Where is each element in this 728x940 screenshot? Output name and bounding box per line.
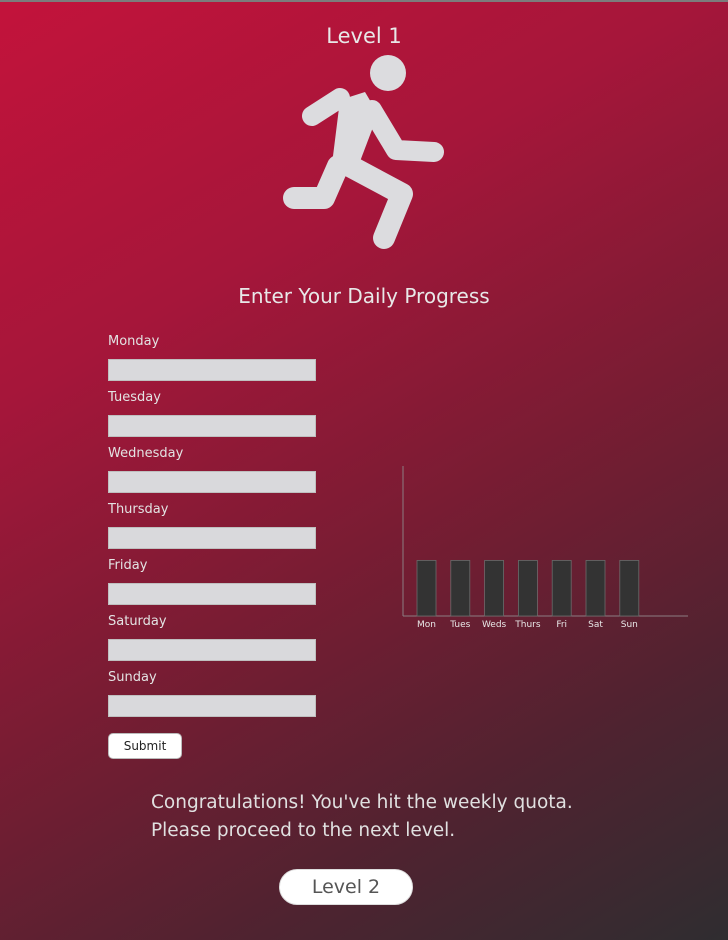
window-top-border — [0, 0, 728, 2]
congratulations-message: Congratulations! You've hit the weekly q… — [151, 789, 631, 845]
tuesday-input[interactable] — [108, 415, 316, 437]
day-label-saturday: Saturday — [108, 614, 167, 629]
sunday-input[interactable] — [108, 695, 316, 717]
tick-label-fri: Fri — [556, 620, 567, 630]
day-label-tuesday: Tuesday — [108, 390, 161, 405]
page-heading: Enter Your Daily Progress — [238, 284, 490, 308]
message-line-1: Congratulations! You've hit the weekly q… — [151, 792, 573, 813]
thursday-input[interactable] — [108, 527, 316, 549]
day-label-thursday: Thursday — [108, 502, 169, 517]
tick-label-sat: Sat — [588, 620, 603, 630]
bar-tues — [450, 560, 471, 617]
day-label-wednesday: Wednesday — [108, 446, 184, 461]
tick-label-sun: Sun — [621, 620, 638, 630]
tick-label-tues: Tues — [449, 620, 470, 630]
bar-mon — [416, 560, 437, 617]
tick-label-thurs: Thurs — [514, 620, 541, 630]
bar-fri — [551, 560, 572, 617]
bar-sat — [585, 560, 606, 617]
bar-thurs — [518, 560, 538, 617]
tick-label-mon: Mon — [417, 620, 436, 630]
wednesday-input[interactable] — [108, 471, 316, 493]
day-label-monday: Monday — [108, 334, 160, 349]
saturday-input[interactable] — [108, 639, 316, 661]
bar-weds — [484, 560, 504, 617]
monday-input[interactable] — [108, 359, 316, 381]
weekly-progress-chart: Mon Tues Weds Thurs Fri Sat Sun — [402, 466, 688, 630]
tick-label-weds: Weds — [482, 620, 507, 630]
bar-sun — [619, 560, 640, 617]
next-level-button[interactable]: Level 2 — [279, 869, 413, 905]
day-label-sunday: Sunday — [108, 670, 157, 685]
message-line-2: Please proceed to the next level. — [151, 820, 456, 841]
level-title: Level 1 — [326, 24, 402, 48]
running-person-icon — [283, 55, 444, 249]
day-label-friday: Friday — [108, 558, 148, 573]
submit-button[interactable]: Submit — [108, 733, 182, 759]
friday-input[interactable] — [108, 583, 316, 605]
